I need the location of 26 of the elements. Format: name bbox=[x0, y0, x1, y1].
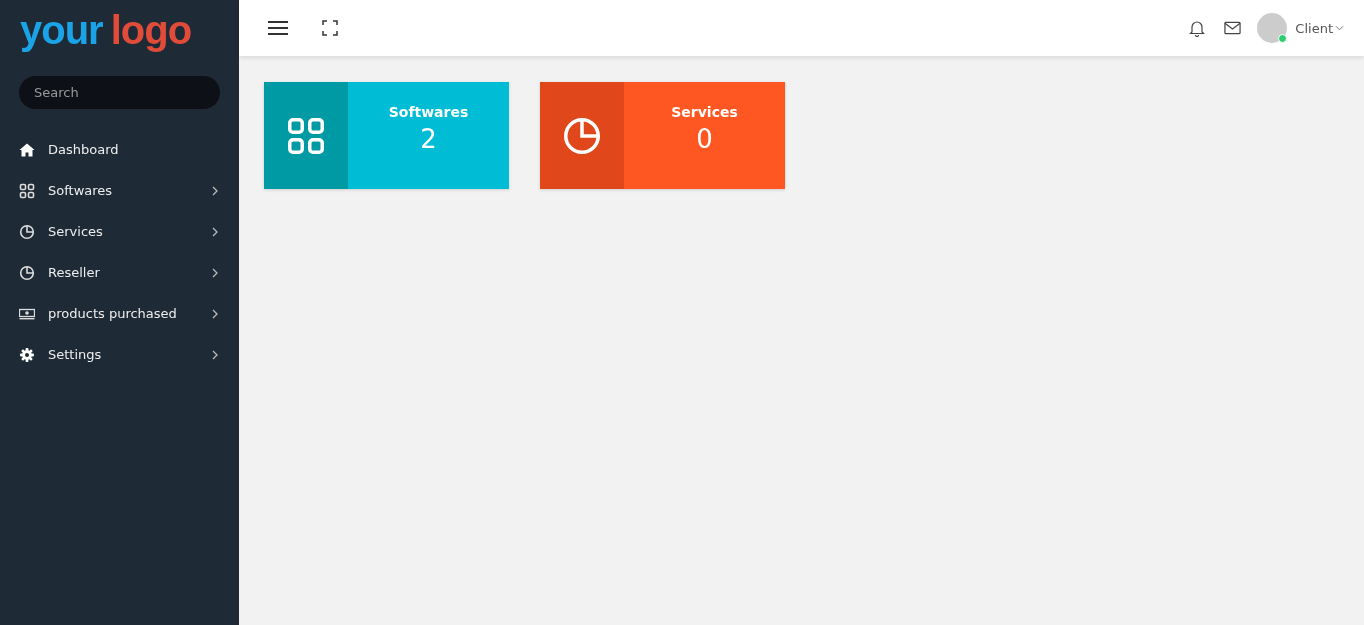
pie-chart-icon bbox=[19, 264, 35, 281]
pie-chart-icon bbox=[19, 223, 35, 240]
logo-text: your bbox=[20, 10, 103, 50]
caret-icon bbox=[1335, 25, 1344, 31]
card-title: Services bbox=[671, 104, 738, 120]
card-title: Softwares bbox=[388, 104, 469, 120]
fullscreen-icon[interactable] bbox=[322, 20, 338, 36]
user-menu[interactable]: Client bbox=[1295, 20, 1344, 36]
sidebar-item[interactable]: Services bbox=[0, 211, 239, 252]
home-icon bbox=[19, 141, 35, 158]
sidebar-item[interactable]: Settings bbox=[0, 334, 239, 375]
mail-icon[interactable] bbox=[1224, 21, 1242, 35]
logo-text: logo bbox=[110, 10, 192, 50]
sidebar-item[interactable]: Softwares bbox=[0, 170, 239, 211]
grid-icon bbox=[286, 115, 326, 156]
bell-icon[interactable] bbox=[1189, 19, 1206, 37]
gear-icon bbox=[19, 346, 35, 363]
card-count: 0 bbox=[696, 124, 713, 154]
menu-icon[interactable] bbox=[268, 20, 288, 36]
grid-icon bbox=[19, 182, 35, 199]
search-field[interactable]: Search bbox=[19, 76, 220, 109]
sidebar-item[interactable]: Dashboard bbox=[0, 129, 239, 170]
sidebar-item[interactable]: Reseller bbox=[0, 252, 239, 293]
sidebar-item[interactable]: products purchased bbox=[0, 293, 239, 334]
card-count: 2 bbox=[420, 124, 437, 154]
pie-chart-icon bbox=[562, 115, 602, 156]
